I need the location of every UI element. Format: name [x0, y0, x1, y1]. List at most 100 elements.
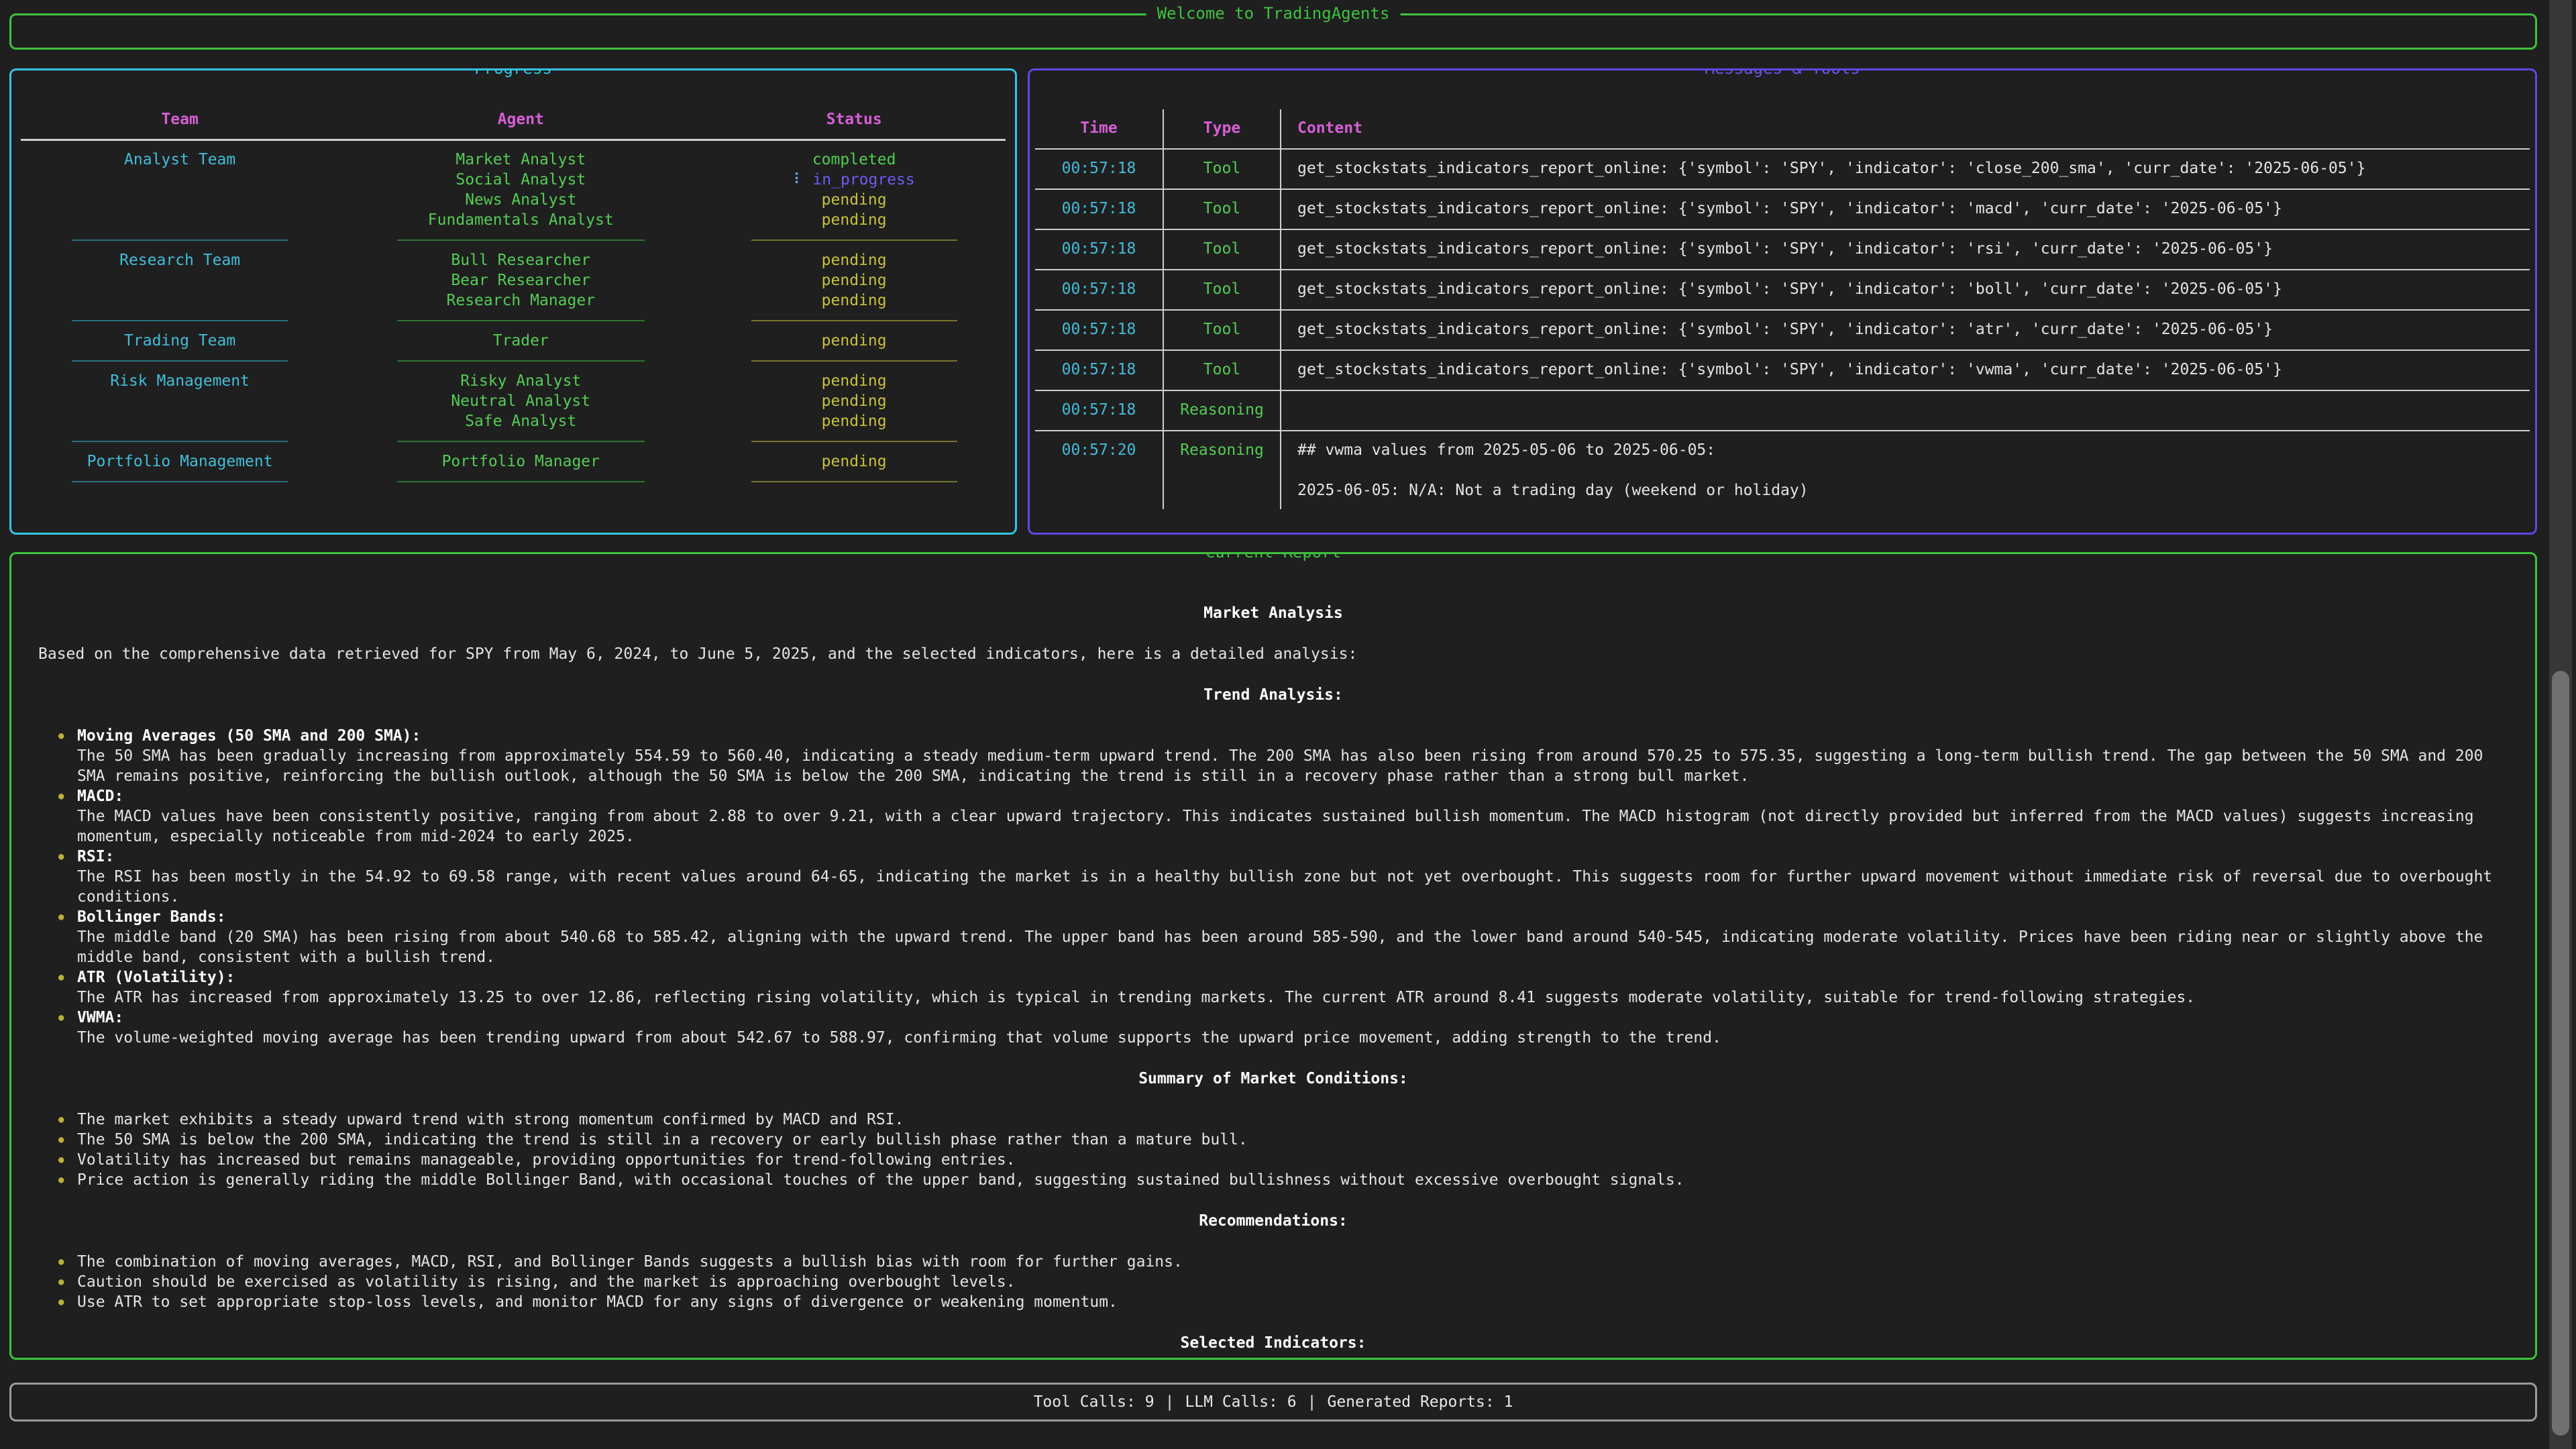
stat-separator: | — [1307, 1393, 1317, 1411]
message-content: ## vwma values from 2025-05-06 to 2025-0… — [1281, 431, 2530, 509]
progress-header-team: Team — [21, 109, 339, 129]
bullet-text: Price action is generally riding the mid… — [77, 1171, 1684, 1189]
group-divider — [339, 230, 702, 250]
trend-analysis-list: ● Moving Averages (50 SMA and 200 SMA): … — [38, 726, 2508, 1048]
bullet-icon: ● — [58, 1150, 68, 1170]
group-divider — [21, 472, 339, 492]
bullet-item: ● Price action is generally riding the m… — [58, 1170, 2508, 1190]
generated-reports-stat: Generated Reports: 1 — [1327, 1393, 1513, 1411]
bullet-text: The 50 SMA has been gradually increasing… — [77, 747, 2483, 785]
status-badge: pending — [702, 270, 1006, 290]
bullet-icon: ● — [58, 1008, 68, 1048]
status-badge: pending — [702, 391, 1006, 411]
bullet-item: ● The 50 SMA is below the 200 SMA, indic… — [58, 1130, 2508, 1150]
message-content: get_stockstats_indicators_report_online:… — [1281, 230, 2530, 269]
agent-label: Social Analyst — [339, 170, 702, 190]
agent-label: Market Analyst — [339, 150, 702, 170]
bullet-item: ● ATR (Volatility): The ATR has increase… — [58, 967, 2508, 1008]
summary-list: ● The market exhibits a steady upward tr… — [38, 1110, 2508, 1190]
bullet-icon: ● — [58, 1272, 68, 1292]
section-heading-summary: Summary of Market Conditions: — [38, 1069, 2508, 1089]
stat-separator: | — [1165, 1393, 1175, 1411]
agent-label: Bear Researcher — [339, 270, 702, 290]
bullet-item: ● Use ATR to set appropriate stop-loss l… — [58, 1292, 2508, 1312]
bullet-icon: ● — [58, 907, 68, 967]
team-label: Trading Team — [21, 331, 339, 351]
bullet-text: The MACD values have been consistently p… — [77, 808, 2474, 845]
message-content: get_stockstats_indicators_report_online:… — [1281, 270, 2530, 309]
message-time: 00:57:18 — [1035, 351, 1164, 390]
group-divider — [21, 431, 339, 451]
status-badge: pending — [702, 210, 1006, 230]
top-panels-row: Progress Team Agent Status Analyst Team … — [9, 68, 2537, 535]
bullet-item: ● MACD: The MACD values have been consis… — [58, 786, 2508, 847]
llm-calls-stat: LLM Calls: 6 — [1185, 1393, 1296, 1411]
message-row: 00:57:18 Tool get_stockstats_indicators_… — [1035, 229, 2530, 269]
agent-label: Trader — [339, 331, 702, 351]
scrollbar-track[interactable] — [2549, 0, 2572, 1449]
bullet-icon: ● — [58, 847, 68, 907]
message-type: Tool — [1164, 230, 1281, 269]
scrollbar-thumb[interactable] — [2552, 671, 2569, 1436]
messages-panel-title: Messages & Tools — [1694, 68, 1870, 78]
bullet-text: The market exhibits a steady upward tren… — [77, 1111, 904, 1128]
bullet-icon: ● — [58, 786, 68, 847]
report-panel-title: Current Report — [1195, 552, 1352, 561]
message-time: 00:57:18 — [1035, 230, 1164, 269]
tradingagents-terminal: Welcome to TradingAgents Progress Team A… — [0, 0, 2576, 1449]
bullet-item: ● The combination of moving averages, MA… — [58, 1252, 2508, 1272]
bullet-icon: ● — [58, 726, 68, 786]
group-divider — [702, 230, 1006, 250]
message-type: Tool — [1164, 190, 1281, 229]
message-row: 00:57:18 Tool get_stockstats_indicators_… — [1035, 269, 2530, 309]
welcome-panel-title: Welcome to TradingAgents — [1146, 4, 1401, 23]
progress-panel-title: Progress — [464, 68, 563, 78]
status-badge: pending — [702, 190, 1006, 210]
message-row: 00:57:18 Tool get_stockstats_indicators_… — [1035, 189, 2530, 229]
progress-panel: Progress Team Agent Status Analyst Team … — [9, 68, 1017, 535]
section-heading-recommendations: Recommendations: — [38, 1211, 2508, 1231]
group-divider — [702, 311, 1006, 331]
group-divider — [339, 311, 702, 331]
bullet-icon: ● — [58, 1252, 68, 1272]
progress-header-status: Status — [702, 109, 1006, 129]
message-type: Tool — [1164, 351, 1281, 390]
message-time: 00:57:18 — [1035, 190, 1164, 229]
agent-label: Fundamentals Analyst — [339, 210, 702, 230]
message-row: 00:57:18 Tool get_stockstats_indicators_… — [1035, 309, 2530, 350]
agent-label: Bull Researcher — [339, 250, 702, 270]
bullet-icon: ● — [58, 1292, 68, 1312]
team-label — [21, 210, 339, 230]
group-divider — [21, 311, 339, 331]
bullet-text: The 50 SMA is below the 200 SMA, indicat… — [77, 1131, 1248, 1148]
message-type: Tool — [1164, 270, 1281, 309]
team-label: Portfolio Management — [21, 451, 339, 472]
team-label — [21, 270, 339, 290]
message-type: Tool — [1164, 150, 1281, 189]
section-heading-trend-analysis: Trend Analysis: — [38, 685, 2508, 705]
bullet-item: ● Moving Averages (50 SMA and 200 SMA): … — [58, 726, 2508, 786]
message-row: 00:57:18 Tool get_stockstats_indicators_… — [1035, 148, 2530, 189]
agent-label: Neutral Analyst — [339, 391, 702, 411]
message-type: Reasoning — [1164, 391, 1281, 430]
group-divider — [339, 351, 702, 371]
recommendations-list: ● The combination of moving averages, MA… — [38, 1252, 2508, 1312]
progress-header-agent: Agent — [339, 109, 702, 129]
bullet-text: Caution should be exercised as volatilit… — [77, 1273, 1016, 1291]
agent-label: News Analyst — [339, 190, 702, 210]
messages-table: Time Type Content 00:57:18 Tool get_stoc… — [1030, 70, 2535, 509]
bullet-item: ● Volatility has increased but remains m… — [58, 1150, 2508, 1170]
message-content: get_stockstats_indicators_report_online:… — [1281, 311, 2530, 350]
agent-label: Portfolio Manager — [339, 451, 702, 472]
status-badge: pending — [702, 371, 1006, 391]
message-content — [1281, 391, 2530, 430]
bullet-item: ● VWMA: The volume-weighted moving avera… — [58, 1008, 2508, 1048]
team-label: Research Team — [21, 250, 339, 270]
group-divider — [702, 431, 1006, 451]
bullet-item: ● RSI: The RSI has been mostly in the 54… — [58, 847, 2508, 907]
team-label — [21, 170, 339, 190]
section-heading-selected-indicators: Selected Indicators: — [38, 1333, 2508, 1353]
status-badge: pending — [702, 451, 1006, 472]
bullet-icon: ● — [58, 1170, 68, 1190]
messages-header-time: Time — [1035, 109, 1164, 148]
